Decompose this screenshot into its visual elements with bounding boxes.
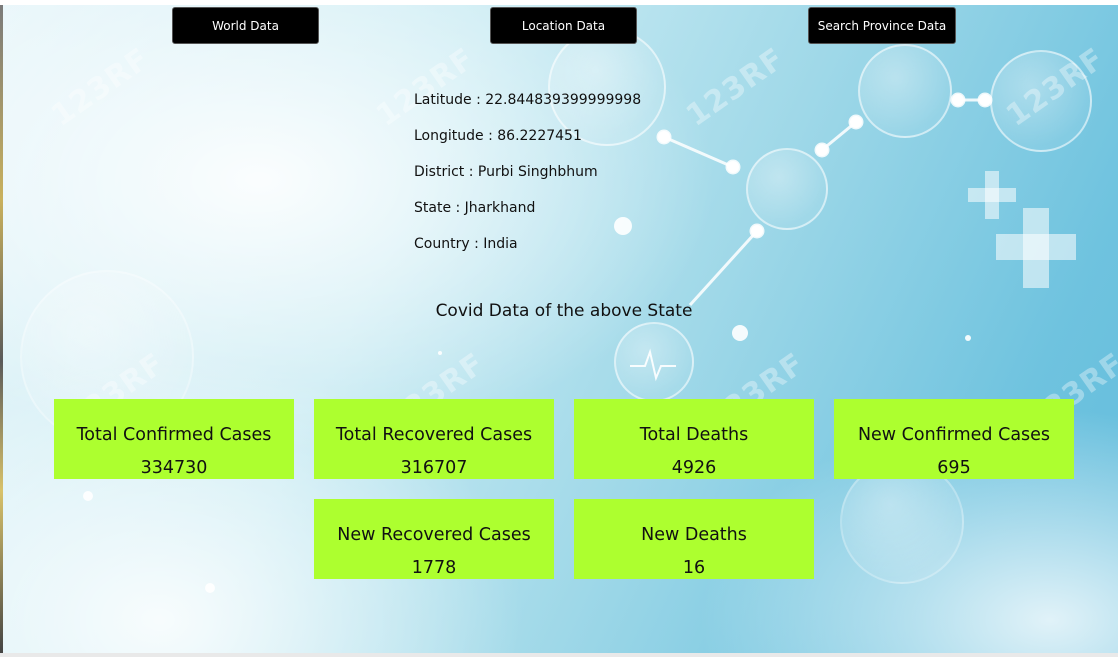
card-value: 16 bbox=[682, 558, 706, 578]
district-text: District : Purbi Singhbhum bbox=[414, 164, 598, 180]
state-text: State : Jharkhand bbox=[414, 200, 536, 216]
watermark: 123RF bbox=[1000, 41, 1112, 134]
page-root: 123RF 123RF 123RF 123RF 123RF 123RF 123R… bbox=[0, 0, 1118, 657]
card-value: 316707 bbox=[400, 458, 468, 478]
bubble-decoration bbox=[614, 322, 694, 402]
top-border bbox=[0, 0, 1118, 5]
card-title: New Confirmed Cases bbox=[857, 425, 1051, 445]
watermark: 123RF bbox=[370, 41, 482, 134]
total-recovered-card: Total Recovered Cases 316707 bbox=[314, 399, 554, 479]
card-title: Total Deaths bbox=[639, 425, 749, 445]
bubble-decoration bbox=[858, 44, 952, 138]
search-province-data-button[interactable]: Search Province Data bbox=[808, 7, 956, 44]
bottom-border bbox=[0, 653, 1118, 657]
left-window-edge bbox=[0, 5, 3, 653]
total-deaths-card: Total Deaths 4926 bbox=[574, 399, 814, 479]
new-recovered-card: New Recovered Cases 1778 bbox=[314, 499, 554, 579]
covid-data-heading: Covid Data of the above State bbox=[435, 301, 693, 321]
bubble-decoration bbox=[746, 148, 828, 230]
new-confirmed-card: New Confirmed Cases 695 bbox=[834, 399, 1074, 479]
new-deaths-card: New Deaths 16 bbox=[574, 499, 814, 579]
card-value: 334730 bbox=[140, 458, 208, 478]
card-title: Total Confirmed Cases bbox=[76, 425, 272, 445]
location-data-button[interactable]: Location Data bbox=[490, 7, 637, 44]
longitude-text: Longitude : 86.2227451 bbox=[414, 128, 582, 144]
card-title: New Recovered Cases bbox=[337, 525, 531, 545]
bubble-decoration bbox=[990, 50, 1092, 152]
latitude-text: Latitude : 22.844839399999998 bbox=[414, 92, 642, 108]
world-data-button[interactable]: World Data bbox=[172, 7, 319, 44]
card-value: 1778 bbox=[411, 558, 457, 578]
card-title: Total Recovered Cases bbox=[335, 425, 533, 445]
card-value: 695 bbox=[937, 458, 971, 478]
card-title: New Deaths bbox=[641, 525, 747, 545]
total-confirmed-card: Total Confirmed Cases 334730 bbox=[54, 399, 294, 479]
watermark: 123RF bbox=[45, 41, 157, 134]
country-text: Country : India bbox=[414, 236, 518, 252]
watermark: 123RF bbox=[680, 41, 792, 134]
card-value: 4926 bbox=[671, 458, 717, 478]
